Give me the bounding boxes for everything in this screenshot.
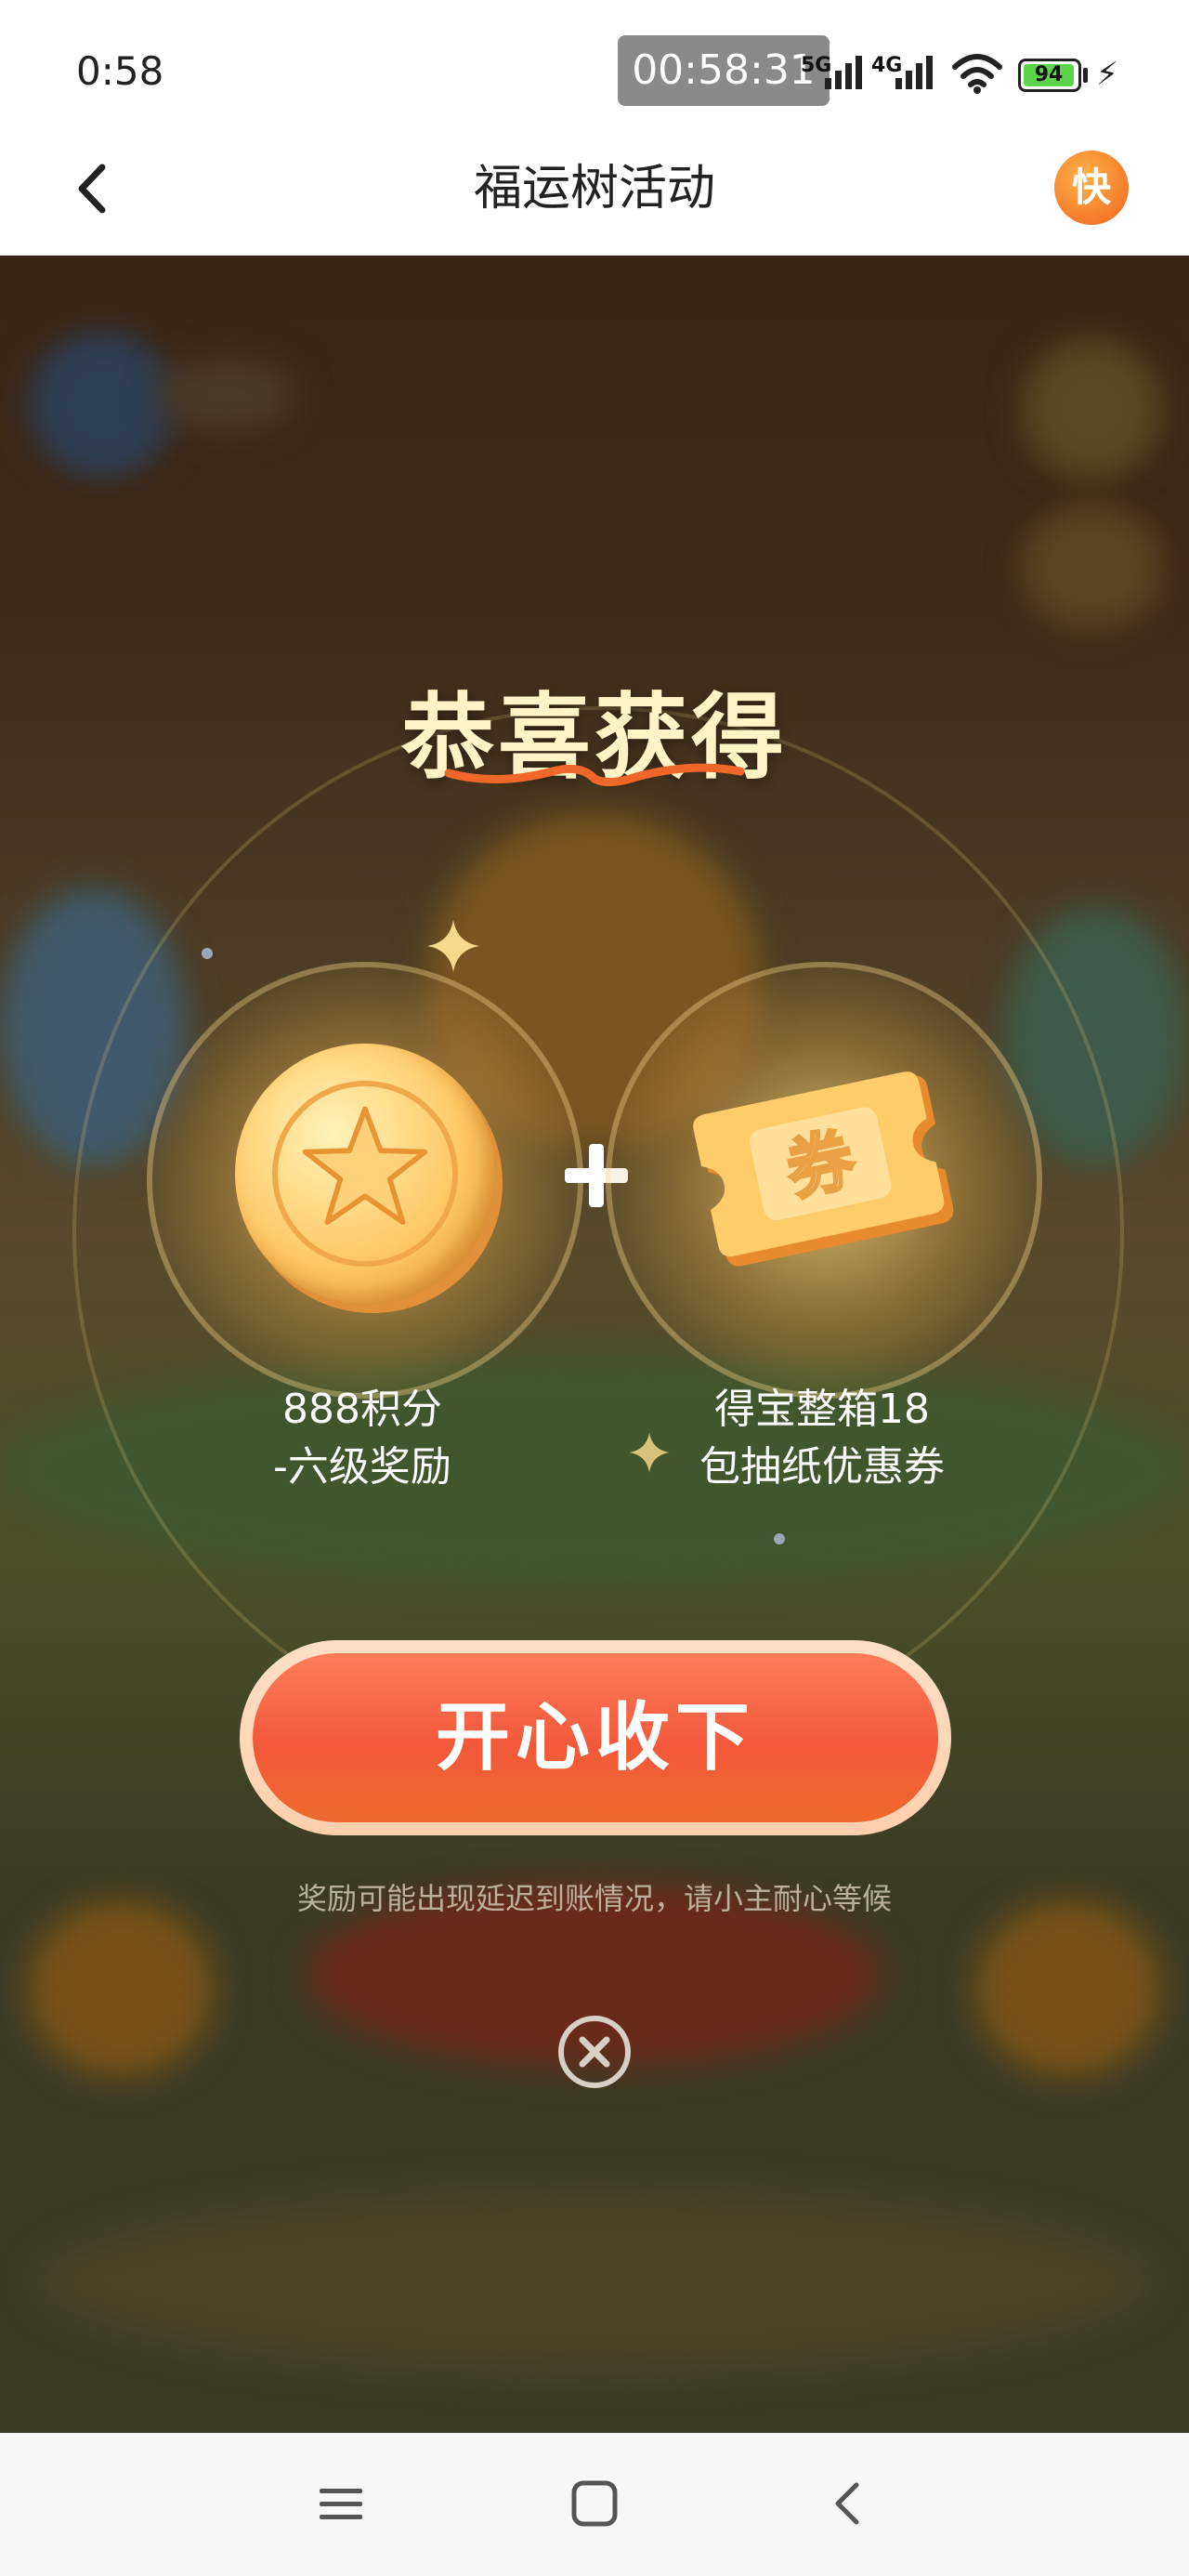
kuai-badge-icon[interactable]: 快 (1054, 151, 1129, 225)
signal-icon (825, 56, 862, 89)
dot-decoration (774, 1533, 785, 1544)
clock: 0:58 (76, 48, 164, 94)
system-nav-bar (0, 2433, 1189, 2576)
heading-underline (444, 763, 745, 786)
home-icon[interactable] (570, 2479, 619, 2528)
reward-2-line1: 得宝整箱18 (714, 1386, 930, 1433)
star-icon (302, 1106, 428, 1225)
battery-icon: 94 (1018, 59, 1081, 92)
bg-blur (975, 1900, 1161, 2077)
delay-notice: 奖励可能出现延迟到账情况，请小主耐心等候 (296, 1881, 892, 1916)
signal-icon-2 (895, 56, 933, 89)
status-bar: 0:58 00:58:31 5G 4G 94 ⚡ (0, 0, 1189, 139)
sparkle-icon (427, 920, 479, 972)
reward-1-line1: 888积分 (282, 1386, 442, 1433)
reward-1-line2: -六级奖励 (273, 1443, 451, 1491)
bg-blur (158, 358, 297, 432)
bg-avatar-blur (28, 330, 176, 479)
close-icon[interactable] (555, 2012, 634, 2092)
charging-icon: ⚡ (1096, 56, 1118, 93)
screen-recording-timer[interactable]: 00:58:31 (618, 35, 830, 106)
dot-decoration (202, 948, 213, 959)
bg-blur (37, 2188, 1152, 2374)
reward-1-label: 888积分 -六级奖励 (214, 1381, 511, 1496)
bg-blur (1022, 339, 1161, 479)
wifi-icon (952, 54, 1002, 94)
reward-2-label: 得宝整箱18 包抽纸优惠券 (664, 1381, 980, 1496)
bg-blur (1022, 506, 1161, 627)
reward-2-line2: 包抽纸优惠券 (699, 1443, 945, 1491)
battery-level: 94 (1024, 64, 1074, 86)
battery-tip (1083, 68, 1088, 83)
accept-button-label: 开心收下 (253, 1653, 938, 1822)
bg-blur (28, 1900, 214, 2077)
page-title: 福运树活动 (473, 161, 715, 217)
back-nav-icon[interactable] (827, 2479, 868, 2528)
star-coin-icon (235, 1044, 495, 1304)
menu-icon[interactable] (318, 2481, 364, 2528)
accept-reward-button[interactable]: 开心收下 (240, 1640, 951, 1835)
